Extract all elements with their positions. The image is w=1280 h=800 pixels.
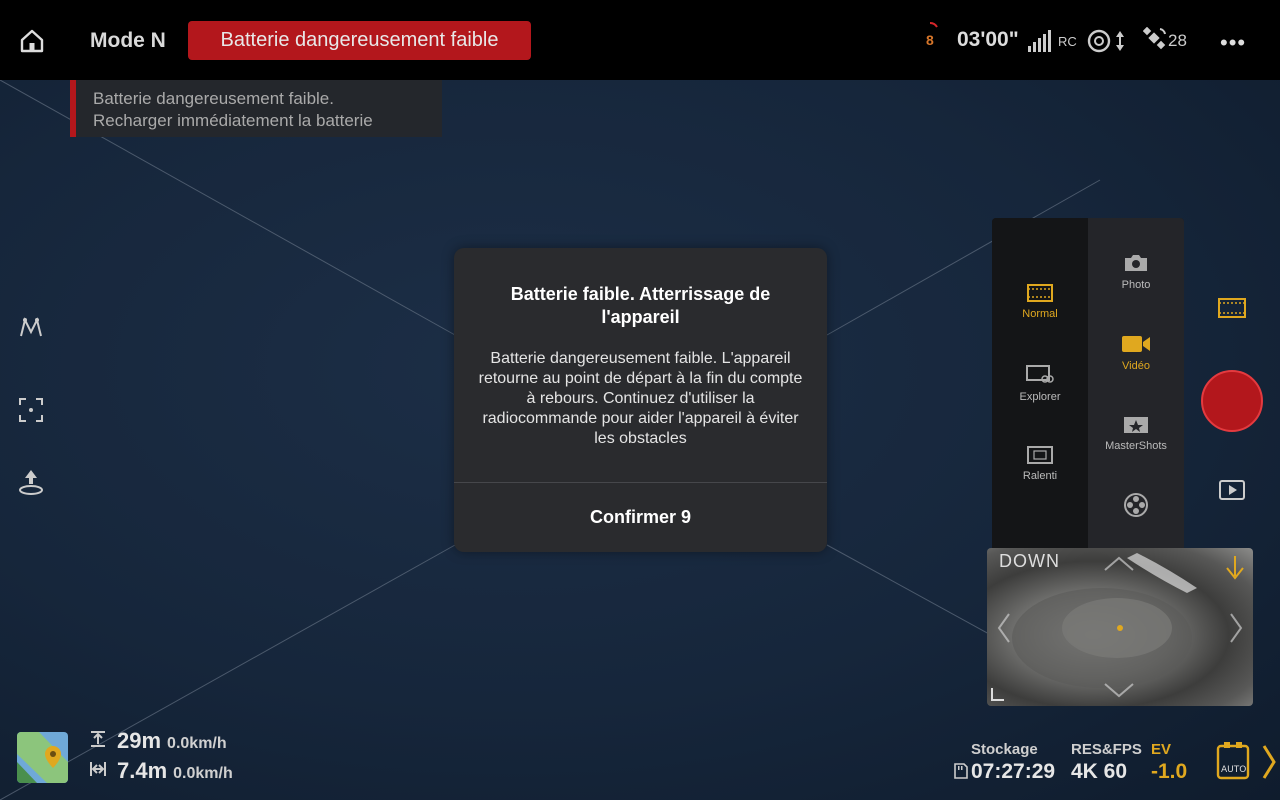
submode-label: Explorer xyxy=(1019,391,1061,403)
submode-column: Normal Explorer Ralenti xyxy=(992,218,1088,552)
film-icon xyxy=(1027,284,1053,302)
toast-line-1: Batterie dangereusement faible. xyxy=(93,89,334,108)
distance-value: 7.4m xyxy=(117,758,168,783)
vertical-speed: 0.0km/h xyxy=(167,735,227,752)
confirm-button[interactable]: Confirmer 9 xyxy=(454,483,827,552)
distance-readout: 7.4m 0.0km/h xyxy=(117,758,233,784)
submode-label: Ralenti xyxy=(1022,470,1058,482)
waypoint-icon[interactable] xyxy=(17,314,45,342)
rc-label: RC xyxy=(1058,34,1077,49)
sd-card-icon xyxy=(954,763,968,779)
low-battery-dialog: Batterie faible. Atterrissage de l'appar… xyxy=(454,248,827,552)
signal-icon[interactable] xyxy=(1028,30,1056,52)
map-icon[interactable] xyxy=(17,732,68,783)
horizontal-speed: 0.0km/h xyxy=(173,765,233,782)
camera-mode-panel: Normal Explorer Ralenti Photo Vidéo Mast… xyxy=(992,218,1184,552)
res-fps-label: RES&FPS xyxy=(1071,741,1142,758)
battery-warning-toast[interactable]: Batterie dangereusement faible. Recharge… xyxy=(70,80,442,137)
altitude-icon xyxy=(91,731,105,747)
ev-value[interactable]: -1.0 xyxy=(1151,760,1187,784)
video-icon xyxy=(1122,336,1150,352)
storage-value[interactable]: 07:27:29 xyxy=(971,760,1055,784)
mode-hyperlapse[interactable] xyxy=(1088,492,1184,524)
down-view-minimap[interactable]: DOWN xyxy=(987,548,1253,706)
dialog-message: Batterie dangereusement faible. L'appare… xyxy=(478,350,803,447)
res-fps-value[interactable]: 4K 60 xyxy=(1071,760,1127,784)
explorer-icon xyxy=(1026,365,1054,383)
mode-column: Photo Vidéo MasterShots xyxy=(1088,218,1184,552)
slow-motion-icon xyxy=(1027,446,1053,464)
focus-frame-icon[interactable] xyxy=(17,396,45,424)
battery-warning-pill[interactable]: Batterie dangereusement faible xyxy=(188,21,531,60)
submode-explorer[interactable]: Explorer xyxy=(992,365,1088,403)
storage-label: Stockage xyxy=(971,741,1038,758)
video-mode-icon[interactable] xyxy=(1218,298,1246,318)
mode-mastershots[interactable]: MasterShots xyxy=(1088,414,1184,452)
toast-line-2: Recharger immédiatement la batterie xyxy=(93,111,373,130)
flight-time[interactable]: 03'00" xyxy=(957,28,1019,52)
record-button[interactable] xyxy=(1201,370,1263,432)
home-icon[interactable] xyxy=(18,27,46,55)
submode-label: Normal xyxy=(1022,308,1058,320)
camera-icon xyxy=(1125,255,1147,271)
more-icon[interactable]: ••• xyxy=(1220,30,1246,56)
mode-label: MasterShots xyxy=(1105,440,1167,452)
satellite-count: 28 xyxy=(1168,31,1187,50)
altitude-readout: 29m 0.0km/h xyxy=(117,728,227,754)
dialog-title: Batterie faible. Atterrissage de l'appar… xyxy=(510,284,771,327)
obstacle-sensing-icon[interactable] xyxy=(1087,28,1129,54)
ev-label: EV xyxy=(1151,741,1172,758)
submode-ralenti[interactable]: Ralenti xyxy=(992,446,1088,482)
submode-normal[interactable]: Normal xyxy=(992,284,1088,320)
mode-label: Vidéo xyxy=(1122,360,1150,372)
auto-label: AUTO xyxy=(1221,765,1246,775)
auto-exposure-icon[interactable]: AUTO xyxy=(1216,742,1278,782)
return-home-icon[interactable] xyxy=(17,468,45,496)
playback-icon[interactable] xyxy=(1219,480,1245,500)
mode-photo[interactable]: Photo xyxy=(1088,253,1184,291)
flight-mode[interactable]: Mode N xyxy=(90,29,166,53)
pan-arrows xyxy=(991,556,1244,701)
mastershots-icon xyxy=(1124,417,1148,433)
altitude-value: 29m xyxy=(117,728,162,753)
mode-label: Photo xyxy=(1121,279,1151,291)
film-reel-icon xyxy=(1124,493,1148,517)
battery-countdown: 8 xyxy=(926,32,934,48)
top-status-bar: Mode N Batterie dangereusement faible 8 … xyxy=(0,0,1280,80)
satellite-icon[interactable] xyxy=(1143,27,1167,51)
mode-video[interactable]: Vidéo xyxy=(1088,334,1184,372)
distance-icon xyxy=(90,762,106,776)
